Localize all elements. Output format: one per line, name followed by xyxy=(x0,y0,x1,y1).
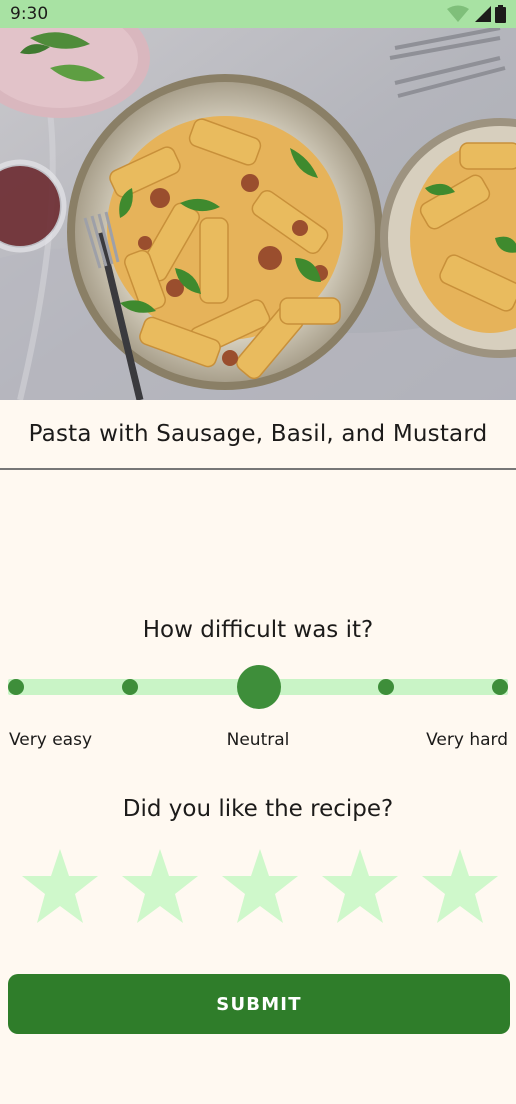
label-very-hard: Very hard xyxy=(426,730,508,750)
difficulty-slider[interactable] xyxy=(8,665,508,709)
recipe-title: Pasta with Sausage, Basil, and Mustard xyxy=(28,421,488,447)
status-bar: 9:30 xyxy=(0,0,516,28)
submit-button[interactable]: SUBMIT xyxy=(8,974,510,1034)
status-icons xyxy=(447,5,506,23)
difficulty-question: How difficult was it? xyxy=(142,617,374,643)
status-time: 9:30 xyxy=(10,4,49,24)
recipe-title-container: Pasta with Sausage, Basil, and Mustard xyxy=(0,400,516,470)
star-icon[interactable] xyxy=(220,847,300,927)
star-icon[interactable] xyxy=(120,847,200,927)
wifi-icon xyxy=(447,5,469,22)
battery-icon xyxy=(495,5,506,23)
cell-signal-icon xyxy=(475,6,491,22)
star-rating[interactable] xyxy=(20,847,500,927)
recipe-image xyxy=(0,28,516,400)
slider-tick-4[interactable] xyxy=(378,679,394,695)
slider-thumb[interactable] xyxy=(237,665,281,709)
star-icon[interactable] xyxy=(20,847,100,927)
star-icon[interactable] xyxy=(320,847,400,927)
slider-tick-2[interactable] xyxy=(122,679,138,695)
rating-question: Did you like the recipe? xyxy=(122,796,394,822)
pasta-dish-photo xyxy=(0,28,516,400)
slider-tick-1[interactable] xyxy=(8,679,24,695)
star-icon[interactable] xyxy=(420,847,500,927)
slider-tick-5[interactable] xyxy=(492,679,508,695)
